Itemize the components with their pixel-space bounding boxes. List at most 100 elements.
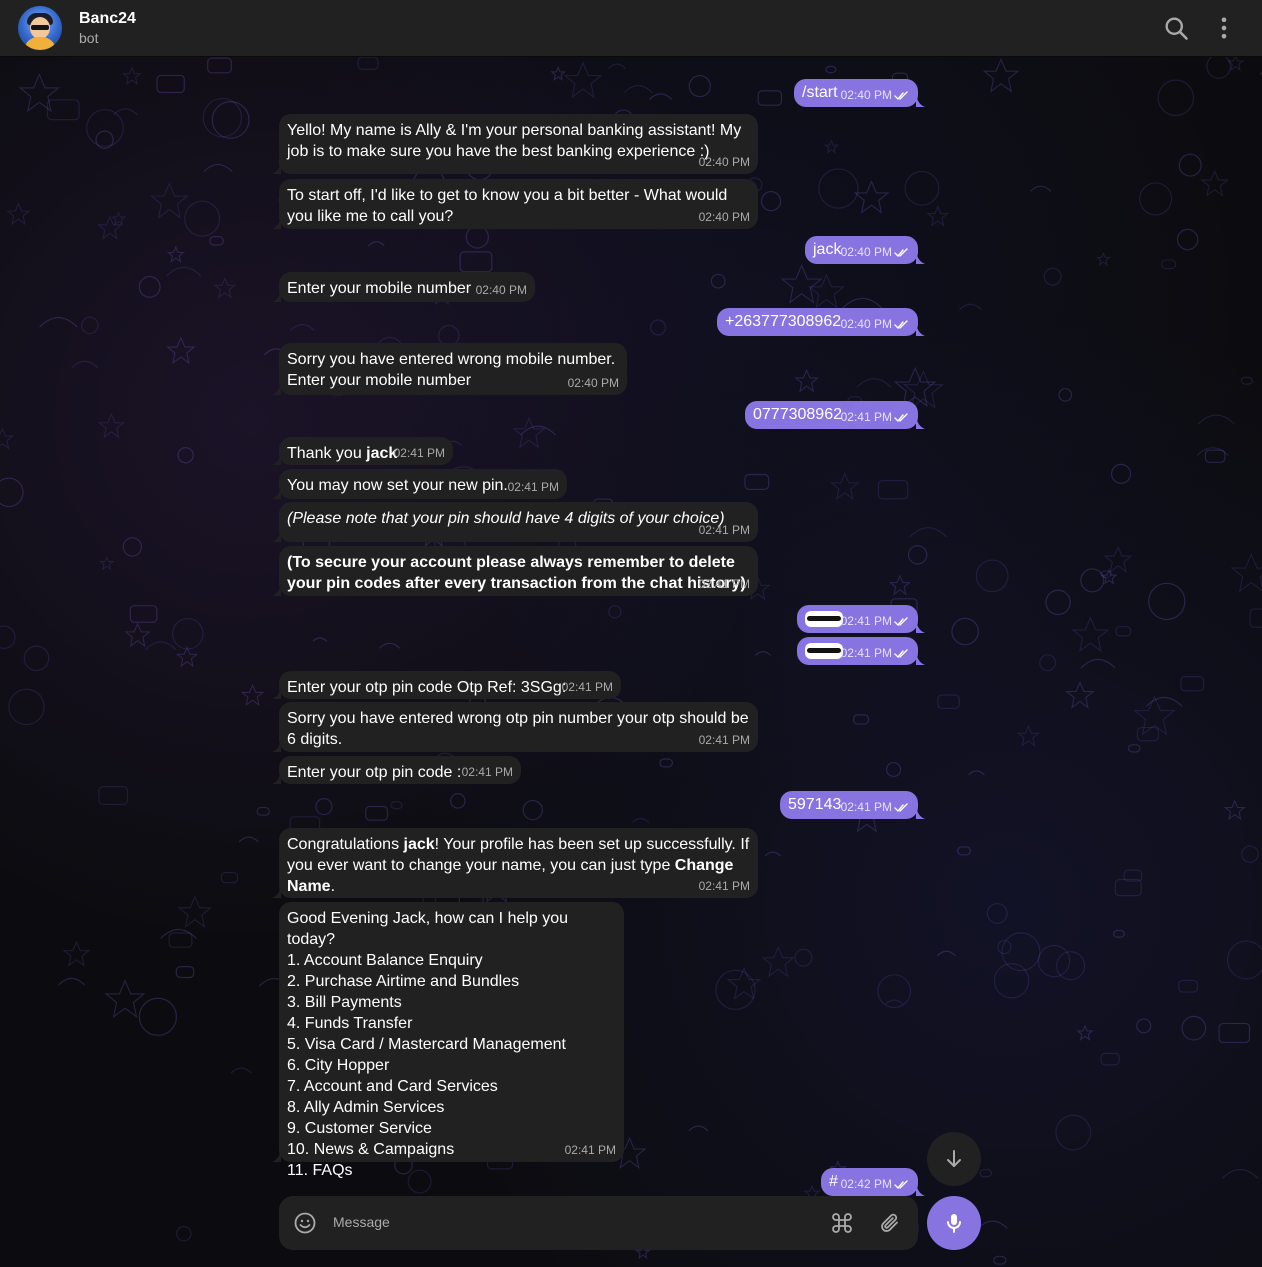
- outgoing-message[interactable]: 597143 02:41 PM: [780, 791, 925, 819]
- text-span: Thank you: [287, 445, 367, 462]
- bubble-tail: [916, 93, 925, 107]
- incoming-message[interactable]: Thank you jack 02:41 PM: [272, 437, 453, 465]
- message-text: (To secure your account please always re…: [287, 552, 750, 594]
- chat-background: [0, 57, 1262, 1267]
- incoming-message[interactable]: (Please note that your pin should have 4…: [272, 502, 758, 542]
- doodle-pattern: [0, 57, 1262, 1265]
- bubble-tail: [272, 215, 281, 229]
- message-time: 02:41 PM: [699, 733, 750, 747]
- text-span: #: [829, 1173, 838, 1190]
- message-text: Sorry you have entered wrong otp pin num…: [287, 708, 750, 750]
- incoming-message[interactable]: To start off, I'd like to get to know yo…: [272, 179, 758, 229]
- time-label: 02:41 PM: [461, 765, 513, 779]
- text-span: Congratulations: [287, 836, 404, 853]
- time-label: 02:40 PM: [475, 283, 527, 297]
- text-span: Good Evening Jack, how can I help you to…: [287, 910, 569, 1179]
- incoming-message[interactable]: Yello! My name is Ally & I'm your person…: [272, 114, 758, 174]
- message-time: 02:41 PM: [841, 646, 910, 660]
- scroll-down-button[interactable]: [927, 1132, 981, 1186]
- message-text: (Please note that your pin should have 4…: [287, 508, 750, 529]
- command-icon[interactable]: [830, 1211, 854, 1235]
- message-text: Good Evening Jack, how can I help you to…: [287, 908, 616, 1181]
- outgoing-message[interactable]: 02:41 PM: [797, 605, 925, 633]
- message-time: 02:41 PM: [699, 577, 750, 591]
- text-span: /start: [802, 84, 838, 101]
- bubble-tail: [272, 738, 281, 752]
- bubble-tail: [916, 250, 925, 264]
- incoming-message[interactable]: Sorry you have entered wrong mobile numb…: [272, 343, 627, 395]
- outgoing-message[interactable]: jack 02:40 PM: [805, 236, 925, 264]
- incoming-message[interactable]: Enter your otp pin code :02:41 PM: [272, 756, 521, 784]
- bubble-tail: [272, 528, 281, 542]
- bubble-tail: [916, 322, 925, 336]
- time-label: 02:41 PM: [840, 800, 892, 814]
- chat-status: bot: [79, 30, 99, 46]
- text-span: (Please note that your pin should have 4…: [287, 510, 725, 527]
- text-span: jack: [813, 241, 842, 258]
- message-time: 02:42 PM: [841, 1177, 910, 1191]
- outgoing-message[interactable]: 0777308962 02:41 PM: [745, 401, 925, 429]
- bold-text: jack: [366, 445, 398, 462]
- redacted-pin: [805, 642, 843, 659]
- bubble-tail: [272, 288, 281, 302]
- text-span: Enter your mobile number: [287, 280, 472, 297]
- bubble-tail: [916, 1182, 925, 1196]
- time-label: 02:41 PM: [840, 410, 892, 424]
- time-label: 02:41 PM: [698, 879, 750, 893]
- search-icon[interactable]: [1162, 14, 1190, 42]
- arrow-down-icon: [947, 1150, 961, 1167]
- more-vertical-icon[interactable]: [1210, 14, 1238, 42]
- message-time: 02:41 PM: [508, 480, 559, 494]
- text-span: +263777308962: [725, 313, 842, 330]
- chat-header: Banc24 bot: [0, 0, 1262, 57]
- time-label: 02:40 PM: [840, 317, 892, 331]
- message-text: Congratulations jack! Your profile has b…: [287, 834, 750, 897]
- message-input[interactable]: Message: [333, 1214, 390, 1230]
- paperclip-icon[interactable]: [878, 1211, 902, 1235]
- microphone-icon: [947, 1214, 961, 1233]
- text-span: Enter your otp pin code Otp Ref: 3SGg:: [287, 679, 567, 696]
- outgoing-message[interactable]: +263777308962 02:40 PM: [717, 308, 925, 336]
- message-text: To start off, I'd like to get to know yo…: [287, 185, 750, 227]
- text-span: 597143: [788, 796, 842, 813]
- bubble-tail: [916, 415, 925, 429]
- bubble-tail: [272, 381, 281, 395]
- time-label: 02:41 PM: [561, 680, 613, 694]
- bot-avatar-icon[interactable]: [18, 6, 62, 50]
- time-label: 02:41 PM: [507, 480, 559, 494]
- outgoing-message[interactable]: /start 02:40 PM: [794, 79, 925, 107]
- time-label: 02:40 PM: [698, 155, 750, 169]
- message-time: 02:41 PM: [699, 879, 750, 893]
- message-time: 02:41 PM: [562, 680, 613, 694]
- message-time: 02:41 PM: [841, 800, 910, 814]
- incoming-message[interactable]: Enter your otp pin code Otp Ref: 3SGg: 02…: [272, 671, 621, 699]
- emoji-icon[interactable]: [293, 1211, 317, 1235]
- bubble-tail: [272, 1148, 281, 1162]
- outgoing-message[interactable]: 02:41 PM: [797, 637, 925, 665]
- bubble-tail: [272, 770, 281, 784]
- outgoing-message[interactable]: #02:42 PM: [821, 1168, 925, 1196]
- incoming-message[interactable]: Congratulations jack! Your profile has b…: [272, 828, 758, 898]
- incoming-message[interactable]: You may now set your new pin. 02:41 PM: [272, 469, 567, 499]
- message-composer: Message: [279, 1196, 918, 1250]
- chat-title[interactable]: Banc24: [79, 10, 136, 28]
- message-time: 02:40 PM: [476, 283, 527, 297]
- message-time: 02:41 PM: [565, 1143, 616, 1157]
- bubble-tail: [272, 685, 281, 699]
- time-label: 02:41 PM: [698, 523, 750, 537]
- incoming-message[interactable]: Sorry you have entered wrong otp pin num…: [272, 702, 758, 752]
- incoming-message[interactable]: Good Evening Jack, how can I help you to…: [272, 902, 624, 1179]
- bubble-tail: [916, 651, 925, 665]
- bubble-tail: [916, 805, 925, 819]
- time-label: 02:41 PM: [564, 1143, 616, 1157]
- text-span: Sorry you have entered wrong otp pin num…: [287, 710, 754, 748]
- microphone-button[interactable]: [927, 1196, 981, 1250]
- time-label: 02:41 PM: [698, 577, 750, 591]
- bubble-tail: [272, 451, 281, 465]
- time-label: 02:40 PM: [698, 210, 750, 224]
- incoming-message[interactable]: Enter your mobile number 02:40 PM: [272, 272, 535, 302]
- text-span: 0777308962: [753, 406, 842, 423]
- message-time: 02:40 PM: [841, 245, 910, 259]
- bubble-tail: [272, 582, 281, 596]
- incoming-message[interactable]: (To secure your account please always re…: [272, 546, 758, 596]
